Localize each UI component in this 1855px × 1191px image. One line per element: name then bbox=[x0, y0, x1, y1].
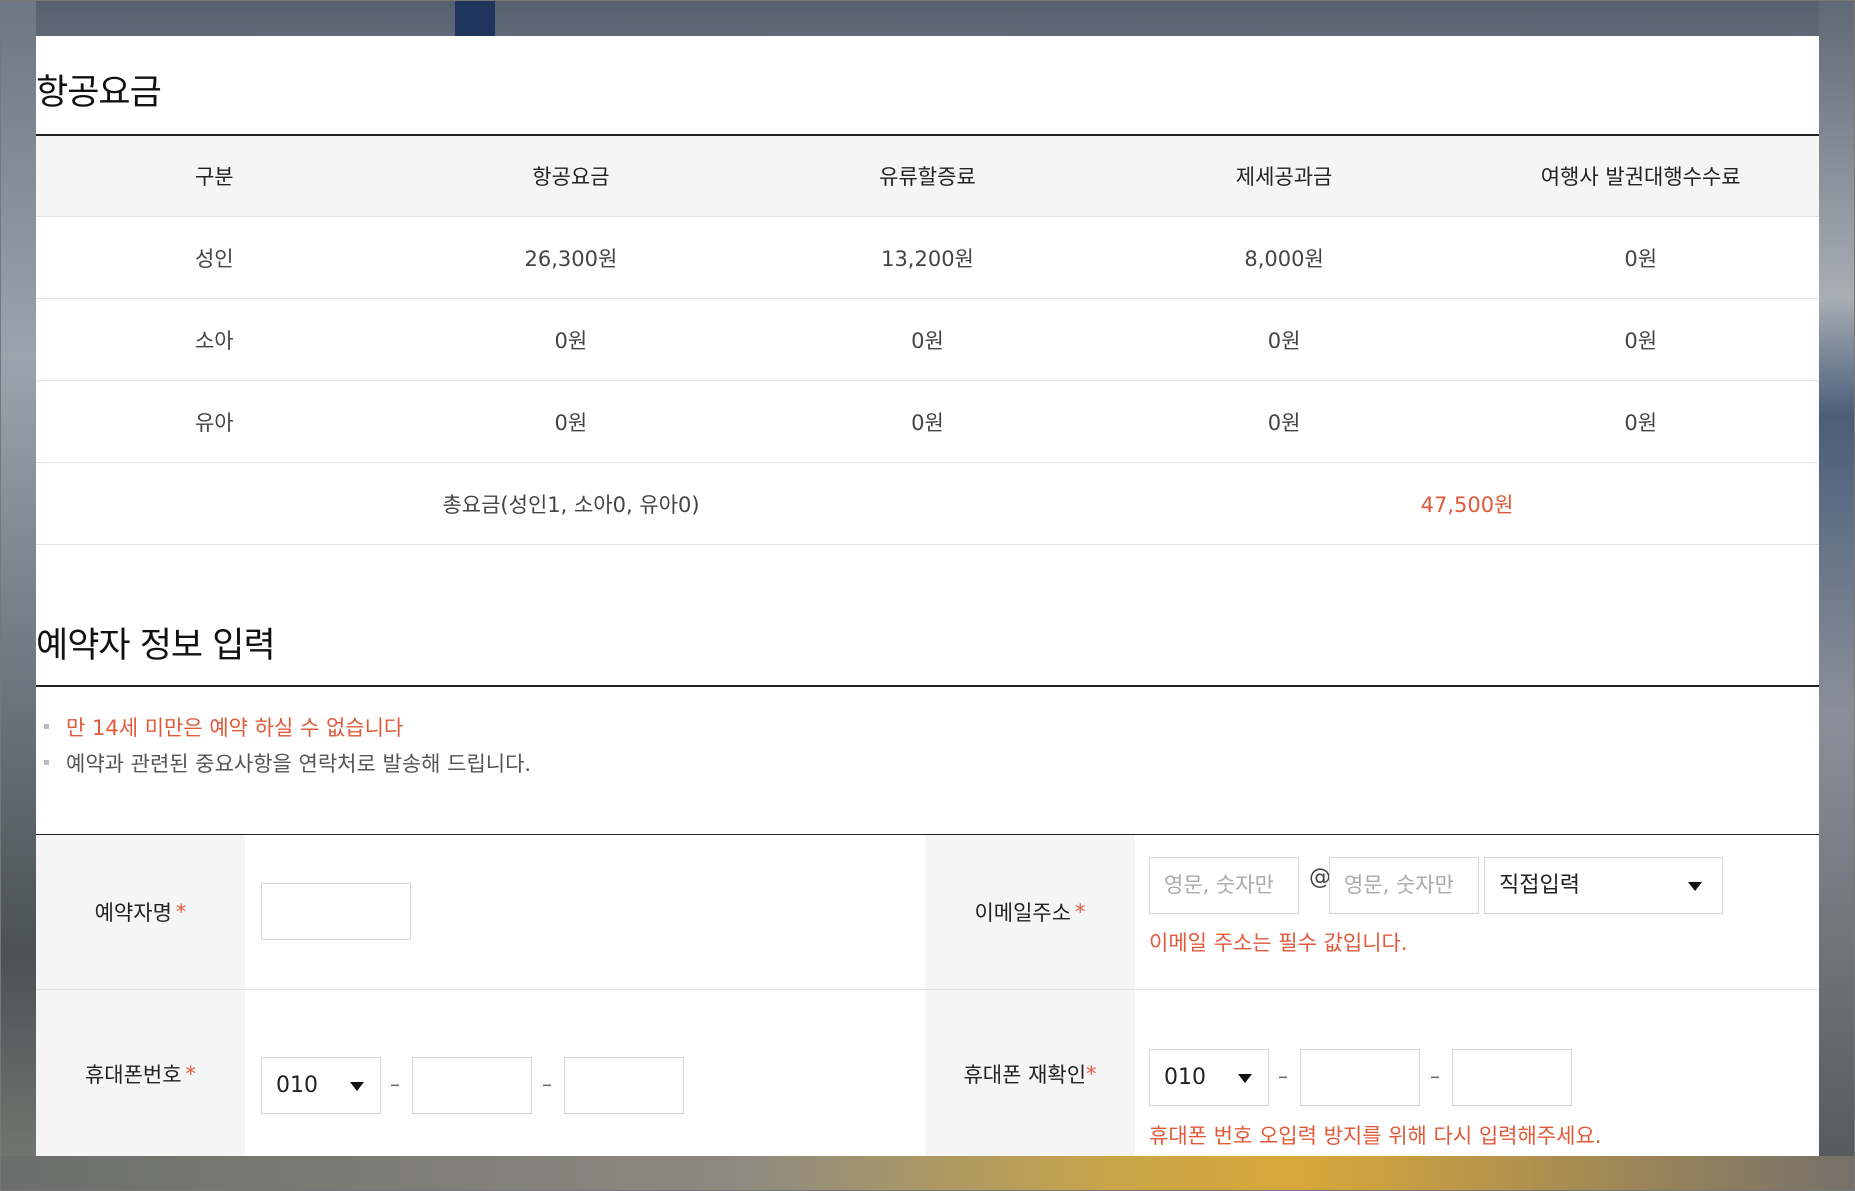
table-cell: 소아 bbox=[194, 328, 234, 353]
reservation-panel: 항공요금 구분 항공요금 유류할증료 제세공과금 여행사 발권대행수수료 성인 … bbox=[36, 36, 1819, 1156]
notice-text: 예약과 관련된 중요사항을 연락처로 발송해 드립니다. bbox=[66, 752, 532, 776]
table-cell: 0원 bbox=[1624, 410, 1658, 435]
table-cell: 유아 bbox=[194, 410, 234, 435]
email-domain-select-value: 직접입력 bbox=[1499, 873, 1580, 898]
phone-prefix-value: 010 bbox=[276, 1073, 318, 1098]
form-row-name-email: 예약자명 * 이메일주소 * 영문, 숫자만 @ 영문, 숫자만 직접입력 이메일 … bbox=[36, 835, 1819, 990]
notice-text: 만 14세 미만은 예약 하실 수 없습니다 bbox=[66, 716, 404, 740]
required-mark: * bbox=[175, 900, 187, 924]
table-cell: 0원 bbox=[554, 410, 588, 435]
email-at-sign: @ bbox=[1309, 865, 1331, 890]
phone-dash: – bbox=[1430, 1064, 1440, 1088]
chevron-down-icon bbox=[1238, 1074, 1252, 1083]
booker-name-input[interactable] bbox=[261, 883, 411, 940]
table-cell: 0원 bbox=[1624, 328, 1658, 353]
fare-table: 구분 항공요금 유류할증료 제세공과금 여행사 발권대행수수료 성인 26,30… bbox=[36, 134, 1819, 545]
phone-last-input[interactable] bbox=[564, 1057, 684, 1114]
name-field-cell bbox=[245, 835, 925, 989]
name-label-text: 예약자명 bbox=[94, 901, 172, 925]
email-label: 이메일주소 * bbox=[925, 835, 1135, 989]
bullet-icon bbox=[44, 723, 49, 729]
table-cell: 13,200원 bbox=[881, 246, 974, 271]
header-airfare: 항공요금 bbox=[532, 165, 610, 189]
table-row-adult: 성인 26,300원 13,200원 8,000원 0원 bbox=[36, 217, 1819, 299]
phone-confirm-label: 휴대폰 재확인 * bbox=[925, 990, 1135, 1156]
form-row-phone: 휴대폰번호 * 010 – – 휴대폰 재확인 * 010 – – 휴대폰 번호… bbox=[36, 990, 1819, 1156]
background-image-left bbox=[0, 0, 36, 1191]
table-cell: 0원 bbox=[1624, 246, 1658, 271]
table-cell: 26,300원 bbox=[524, 246, 618, 271]
table-cell: 0원 bbox=[554, 328, 588, 353]
booker-form: 예약자명 * 이메일주소 * 영문, 숫자만 @ 영문, 숫자만 직접입력 이메일 … bbox=[36, 834, 1819, 1156]
phone-dash: – bbox=[1278, 1064, 1288, 1088]
phone-confirm-label-text: 휴대폰 재확인 bbox=[963, 1063, 1087, 1087]
total-fare-label: 총요금(성인1, 소아0, 유아0) bbox=[36, 489, 1106, 519]
background-image-right bbox=[1819, 0, 1855, 1191]
email-error-message: 이메일 주소는 필수 값입니다. bbox=[1149, 931, 1408, 955]
phone-dash: – bbox=[542, 1072, 552, 1096]
notice-contact: 예약과 관련된 중요사항을 연락처로 발송해 드립니다. bbox=[44, 748, 531, 778]
table-cell: 0원 bbox=[911, 328, 944, 353]
phone-prefix-select[interactable]: 010 bbox=[261, 1057, 381, 1114]
phone-confirm-prefix-select[interactable]: 010 bbox=[1149, 1049, 1269, 1106]
email-field-cell: 영문, 숫자만 @ 영문, 숫자만 직접입력 이메일 주소는 필수 값입니다. bbox=[1135, 835, 1819, 989]
fare-table-header: 구분 항공요금 유류할증료 제세공과금 여행사 발권대행수수료 bbox=[36, 136, 1819, 217]
phone-label-text: 휴대폰번호 bbox=[84, 1063, 182, 1087]
email-label-text: 이메일주소 bbox=[974, 901, 1072, 925]
chevron-down-icon bbox=[350, 1082, 364, 1091]
table-row-infant: 유아 0원 0원 0원 0원 bbox=[36, 381, 1819, 463]
phone-confirm-error-message: 휴대폰 번호 오입력 방지를 위해 다시 입력해주세요. bbox=[1149, 1124, 1602, 1148]
notice-age-restriction: 만 14세 미만은 예약 하실 수 없습니다 bbox=[44, 712, 403, 742]
bullet-icon bbox=[44, 759, 49, 765]
table-row-total: 총요금(성인1, 소아0, 유아0) 47,500원 bbox=[36, 463, 1819, 545]
total-fare-label-text: 총요금(성인1, 소아0, 유아0) bbox=[442, 492, 700, 517]
required-mark: * bbox=[1075, 900, 1086, 924]
fare-section-title: 항공요금 bbox=[36, 73, 162, 113]
phone-dash: – bbox=[390, 1072, 400, 1096]
required-mark: * bbox=[1086, 1062, 1097, 1086]
email-domain-select[interactable]: 직접입력 bbox=[1484, 857, 1723, 914]
table-cell: 0원 bbox=[1267, 328, 1301, 353]
total-fare-value: 47,500원 bbox=[1420, 492, 1514, 517]
table-cell: 8,000원 bbox=[1244, 246, 1324, 271]
header-taxes: 제세공과금 bbox=[1235, 165, 1333, 189]
background-airplane-tail bbox=[455, 0, 495, 36]
header-fuel-surcharge: 유류할증료 bbox=[879, 165, 976, 189]
section-divider bbox=[36, 685, 1819, 687]
phone-field-cell: 010 – – bbox=[245, 990, 925, 1156]
name-label: 예약자명 * bbox=[36, 835, 245, 989]
header-agency-fee: 여행사 발권대행수수료 bbox=[1540, 165, 1741, 189]
table-cell: 성인 bbox=[194, 246, 234, 271]
phone-confirm-middle-input[interactable] bbox=[1300, 1049, 1420, 1106]
table-cell: 0원 bbox=[1267, 410, 1301, 435]
chevron-down-icon bbox=[1688, 882, 1702, 891]
phone-confirm-field-cell: 010 – – 휴대폰 번호 오입력 방지를 위해 다시 입력해주세요. bbox=[1135, 990, 1819, 1156]
email-domain-input[interactable]: 영문, 숫자만 bbox=[1329, 857, 1479, 914]
header-category: 구분 bbox=[194, 165, 234, 189]
table-cell: 0원 bbox=[911, 410, 944, 435]
required-mark: * bbox=[185, 1062, 197, 1086]
phone-middle-input[interactable] bbox=[412, 1057, 532, 1114]
background-image-bottom bbox=[0, 1156, 1855, 1191]
phone-confirm-last-input[interactable] bbox=[1452, 1049, 1572, 1106]
table-row-child: 소아 0원 0원 0원 0원 bbox=[36, 299, 1819, 381]
email-id-input[interactable]: 영문, 숫자만 bbox=[1149, 857, 1299, 914]
booker-section-title: 예약자 정보 입력 bbox=[36, 626, 276, 666]
phone-label: 휴대폰번호 * bbox=[36, 990, 245, 1156]
phone-confirm-prefix-value: 010 bbox=[1164, 1065, 1206, 1090]
